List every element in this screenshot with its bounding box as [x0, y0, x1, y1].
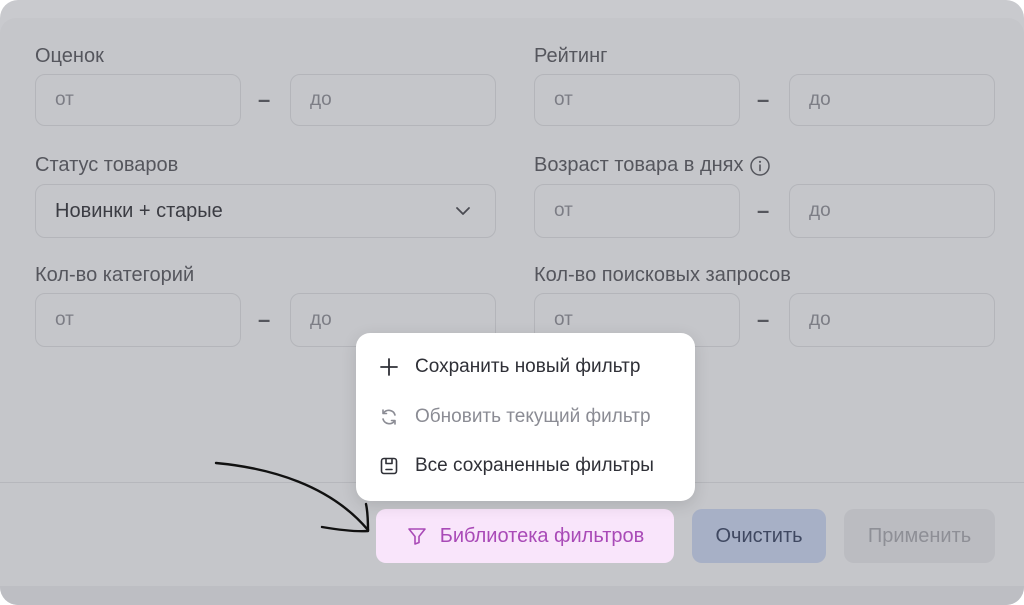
- product-status-select[interactable]: Новинки + старые: [35, 184, 496, 238]
- rating-label: Рейтинг: [534, 45, 608, 67]
- rating-from-input[interactable]: от: [534, 74, 740, 126]
- search-queries-count-to-input[interactable]: до: [789, 293, 995, 347]
- categories-count-from-input[interactable]: от: [35, 293, 241, 347]
- product-status-label: Статус товаров: [35, 154, 179, 176]
- categories-count-label: Кол-во категорий: [35, 264, 195, 286]
- product-age-to-input[interactable]: до: [789, 184, 995, 238]
- info-icon[interactable]: [749, 155, 771, 177]
- refresh-icon: [378, 406, 400, 428]
- menu-item-save-new-filter[interactable]: Сохранить новый фильтр: [378, 356, 640, 378]
- clear-button[interactable]: Очистить: [692, 509, 826, 563]
- ratings-count-label: Оценок: [35, 45, 104, 67]
- range-separator: –: [258, 87, 271, 112]
- menu-item-update-current-filter[interactable]: Обновить текущий фильтр: [378, 406, 651, 428]
- range-separator: –: [757, 198, 770, 223]
- saved-filters-icon: [378, 455, 400, 477]
- plus-icon: [378, 356, 400, 378]
- filter-library-menu: Сохранить новый фильтр Обновить текущий …: [356, 333, 695, 501]
- menu-item-all-saved-filters[interactable]: Все сохраненные фильтры: [378, 455, 654, 477]
- menu-item-label: Обновить текущий фильтр: [415, 406, 651, 427]
- rating-to-input[interactable]: до: [789, 74, 995, 126]
- menu-item-label: Сохранить новый фильтр: [415, 356, 641, 377]
- product-age-label: Возраст товара в днях: [534, 154, 744, 176]
- menu-item-label: Все сохраненные фильтры: [415, 455, 654, 476]
- product-age-label-row: Возраст товара в днях: [534, 154, 771, 177]
- ratings-count-from-input[interactable]: от: [35, 74, 241, 126]
- range-separator: –: [757, 87, 770, 112]
- ratings-count-to-input[interactable]: до: [290, 74, 496, 126]
- apply-button[interactable]: Применить: [844, 509, 995, 563]
- range-separator: –: [757, 307, 770, 332]
- product-status-value: Новинки + старые: [55, 199, 223, 222]
- funnel-icon: [407, 528, 426, 545]
- filter-library-button[interactable]: Библиотека фильтров: [376, 509, 674, 563]
- filter-library-label: Библиотека фильтров: [439, 524, 645, 547]
- range-separator: –: [258, 307, 271, 332]
- panel-bottom-edge: [0, 586, 1024, 605]
- chevron-down-icon: [456, 207, 470, 215]
- product-age-from-input[interactable]: от: [534, 184, 740, 238]
- search-queries-count-label: Кол-во поисковых запросов: [534, 264, 791, 286]
